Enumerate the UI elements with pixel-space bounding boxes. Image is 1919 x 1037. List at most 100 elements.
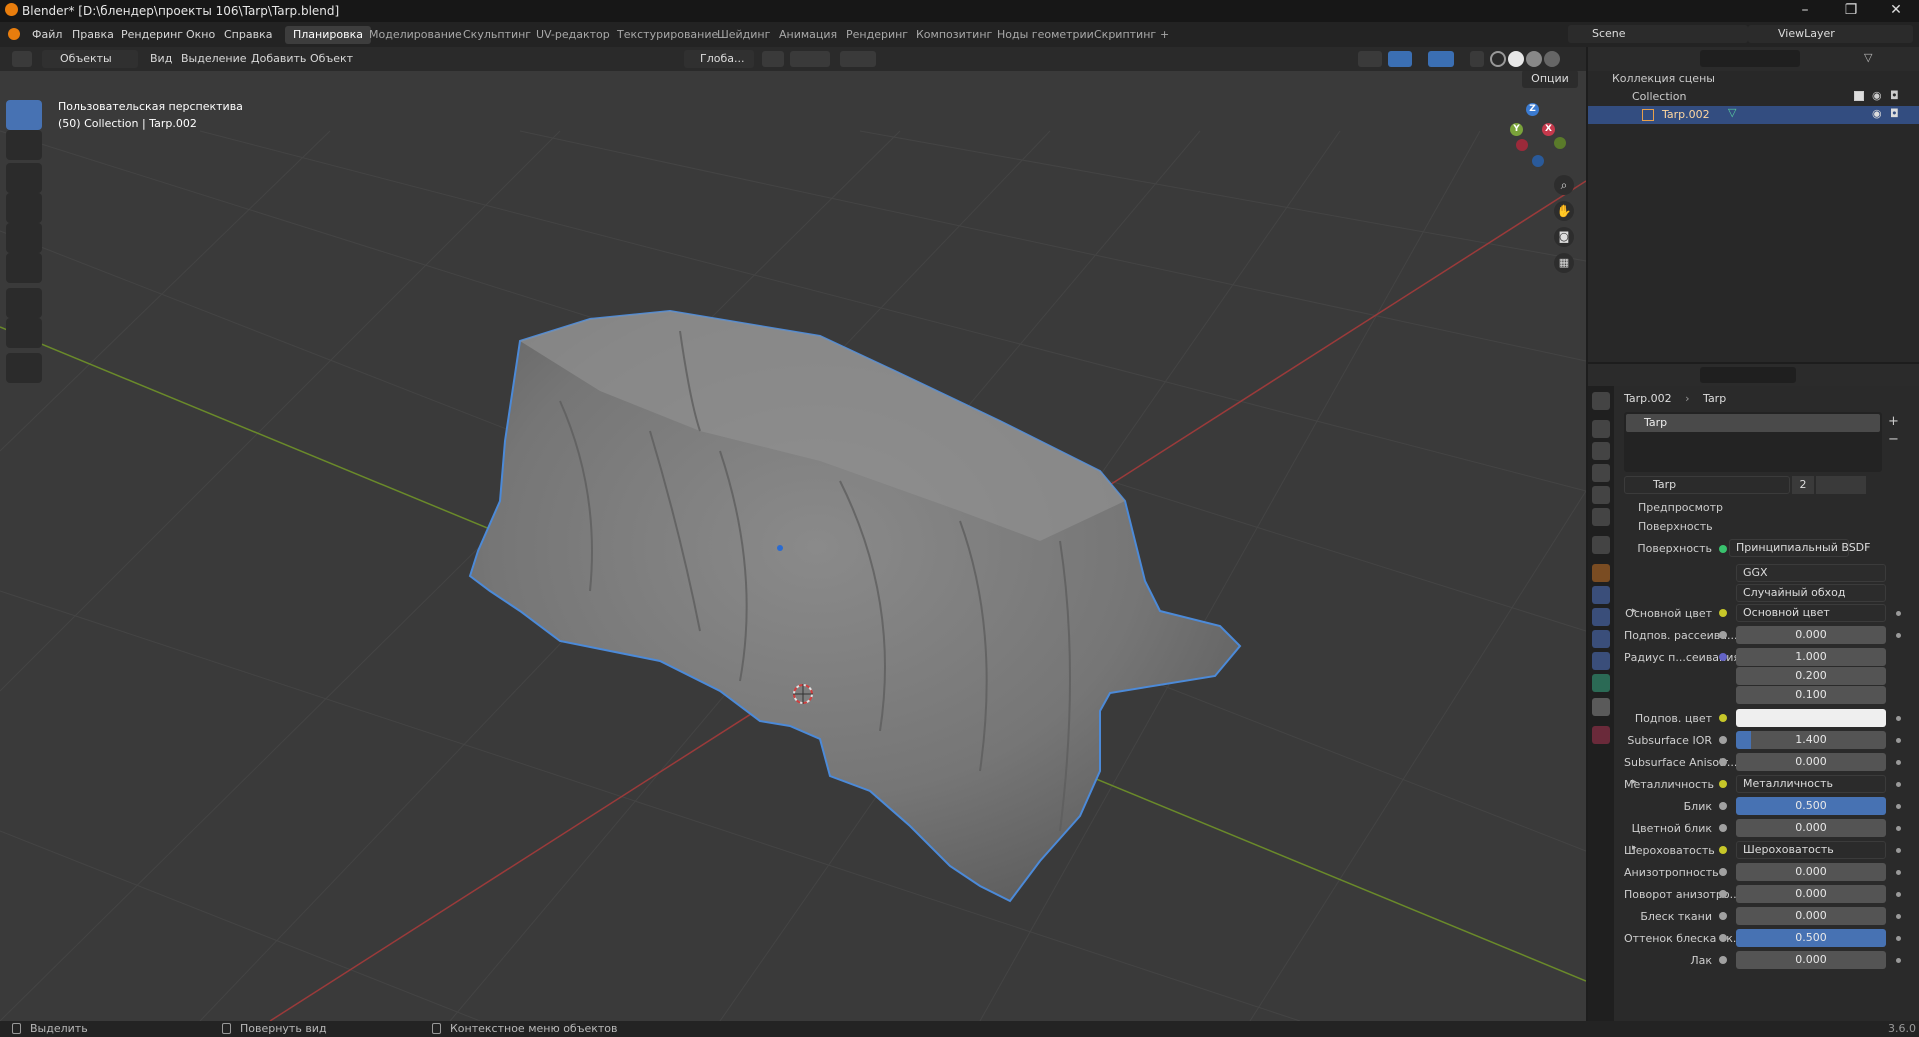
outliner-search-input[interactable] [1700,50,1800,67]
gizmo-neg-z-axis[interactable] [1532,155,1544,167]
menu-object[interactable]: Объект [310,52,353,65]
linked-input-field[interactable]: Основной цвет [1736,604,1886,622]
menu-edit[interactable]: Правка [72,28,114,41]
camera-restrict-icon[interactable]: ◘ [1890,107,1899,120]
world-tab-icon[interactable] [1592,508,1610,526]
gizmo-y-axis[interactable]: Y [1510,123,1523,136]
measure-icon[interactable] [6,318,42,348]
input-socket[interactable] [1719,609,1727,617]
mode-selector[interactable]: Объекты [42,50,138,68]
input-socket[interactable] [1719,890,1727,898]
add-slot-button[interactable]: + [1888,414,1899,429]
visibility-icon[interactable] [1358,51,1382,67]
input-socket[interactable] [1719,653,1727,661]
expand-arrow-icon[interactable]: ▸ [1632,606,1637,616]
input-socket[interactable] [1719,780,1727,788]
grid-icon[interactable]: ▦ [1554,253,1574,273]
color-swatch[interactable] [1736,709,1886,727]
eye-icon[interactable]: ◉ [1872,107,1882,120]
input-socket[interactable] [1719,846,1727,854]
modifier-tab-icon[interactable] [1592,586,1610,604]
tab-rendering[interactable]: Рендеринг [838,26,916,44]
input-socket[interactable] [1719,714,1727,722]
linked-input-field[interactable]: Металличность [1736,775,1886,793]
numeric-field[interactable]: 0.500 [1736,929,1886,947]
input-socket[interactable] [1719,824,1727,832]
view-layer-tab-icon[interactable] [1592,464,1610,482]
particles-tab-icon[interactable] [1592,608,1610,626]
options-button[interactable]: Опции [1522,71,1578,88]
physics-tab-icon[interactable] [1592,630,1610,648]
object-tab-icon[interactable] [1592,564,1610,582]
animate-property-dot[interactable] [1896,958,1901,963]
input-socket[interactable] [1719,631,1727,639]
output-tab-icon[interactable] [1592,442,1610,460]
collection-tab-icon[interactable] [1592,536,1610,554]
input-socket[interactable] [1719,868,1727,876]
input-socket[interactable] [1719,736,1727,744]
cursor-icon[interactable] [6,130,42,160]
numeric-field[interactable]: 0.000 [1736,626,1886,644]
menu-add[interactable]: Добавить [251,52,306,65]
surface-section-header[interactable]: Поверхность [1624,520,1914,533]
numeric-field[interactable]: 1.400 [1736,731,1886,749]
surface-shader-field[interactable]: Принципиальный BSDF [1729,539,1870,557]
numeric-field[interactable]: 0.000 [1736,885,1886,903]
numeric-field[interactable]: 0.000 [1736,951,1886,969]
view-layer-selector[interactable]: ViewLayer [1748,25,1913,43]
tab-uv[interactable]: UV-редактор [528,26,618,44]
menu-view[interactable]: Вид [150,52,172,65]
tab-compositing[interactable]: Композитинг [908,26,1000,44]
input-socket[interactable] [1719,758,1727,766]
tab-sculpting[interactable]: Скульптинг [455,26,539,44]
gizmo-neg-x-axis[interactable] [1516,139,1528,151]
minimize-icon[interactable]: – [1782,0,1828,22]
scene-collection-row[interactable]: Коллекция сцены [1612,72,1715,85]
menu-file[interactable]: Файл [32,28,62,41]
animate-property-dot[interactable] [1896,936,1901,941]
3d-cursor[interactable] [793,684,813,704]
remove-slot-button[interactable]: − [1888,432,1899,447]
animate-property-dot[interactable] [1896,870,1901,875]
input-socket[interactable] [1719,912,1727,920]
solid-shading-icon[interactable] [1508,51,1524,67]
gizmo-z-axis[interactable]: Z [1526,103,1539,116]
tab-animation[interactable]: Анимация [771,26,845,44]
material-actions[interactable] [1816,476,1866,494]
blender-menu-icon[interactable] [8,28,20,40]
input-socket[interactable] [1719,956,1727,964]
select-box-icon[interactable] [6,100,42,130]
numeric-field[interactable]: 0.000 [1736,863,1886,881]
scene-selector[interactable]: Scene [1568,25,1748,43]
material-name-field[interactable]: Tarp [1624,476,1790,494]
animate-property-dot[interactable] [1896,738,1901,743]
vector-component-field[interactable]: 1.000 [1736,648,1886,666]
eye-icon[interactable]: ◉ [1872,89,1882,102]
animate-property-dot[interactable] [1896,826,1901,831]
tab-modeling[interactable]: Моделирование [361,26,470,44]
animate-property-dot[interactable] [1896,611,1901,616]
tab-shading[interactable]: Шейдинг [709,26,778,44]
zoom-icon[interactable]: ⌕ [1554,175,1574,195]
texture-tab-icon[interactable] [1592,726,1610,744]
material-slots-list[interactable]: Tarp [1624,412,1882,472]
numeric-field[interactable]: 0.000 [1736,753,1886,771]
preview-section-header[interactable]: Предпросмотр [1624,501,1914,514]
object-row[interactable]: Tarp.002 ▽ ◉ ◘ [1588,106,1919,124]
menu-window[interactable]: Окно [186,28,215,41]
tab-geometry-nodes[interactable]: Ноды геометрии [989,26,1102,44]
editor-type-icon[interactable] [12,51,32,67]
tool-tab-icon[interactable] [1592,392,1610,410]
material-icon[interactable] [1592,698,1610,716]
constraints-tab-icon[interactable] [1592,652,1610,670]
add-workspace-button[interactable]: + [1152,26,1177,44]
numeric-field[interactable]: 0.000 [1736,819,1886,837]
navigation-gizmo[interactable]: Z Y X [1506,101,1570,167]
hand-icon[interactable]: ✋ [1554,201,1574,221]
proportional-edit-icon[interactable] [840,51,876,67]
expand-arrow-icon[interactable]: ▸ [1632,843,1637,853]
input-socket[interactable] [1719,802,1727,810]
transform-orientation-selector[interactable]: Глоба... [684,50,754,68]
gizmo-toggle-icon[interactable] [1388,51,1412,67]
menu-select[interactable]: Выделение [181,52,247,65]
